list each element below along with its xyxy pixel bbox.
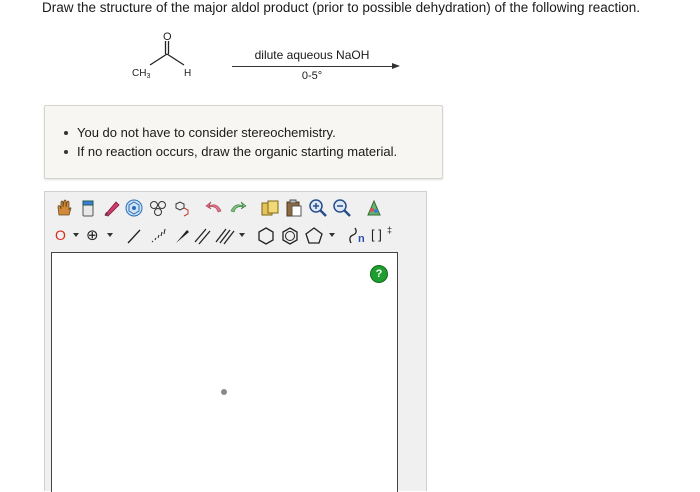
atom-tool-button[interactable]: O <box>53 225 69 247</box>
benzene-icon[interactable] <box>279 225 301 247</box>
reactant-structure: O CH3 H <box>120 28 210 88</box>
color-palette-icon[interactable] <box>363 197 385 219</box>
charge-tool-button[interactable]: ⊕ <box>85 225 103 247</box>
structure-cleanup-icon[interactable] <box>171 197 193 219</box>
chevron-down-icon[interactable] <box>239 233 245 237</box>
template-library-icon[interactable] <box>147 197 169 219</box>
zoom-in-icon[interactable] <box>307 197 329 219</box>
eraser-icon[interactable] <box>77 197 99 219</box>
oxygen-label: O <box>163 31 172 43</box>
hydrogen-label: H <box>184 68 191 79</box>
atom-label: O <box>55 227 66 243</box>
editor-toolbar-top <box>45 194 426 222</box>
double-bond-icon[interactable] <box>191 225 213 247</box>
undo-icon[interactable] <box>203 197 225 219</box>
bracket-sup: ‡ <box>387 225 393 235</box>
redo-icon[interactable] <box>227 197 249 219</box>
drawing-canvas[interactable]: ? <box>51 252 398 492</box>
charge-label: ⊕ <box>86 227 99 244</box>
instructions-box: You do not have to consider stereochemis… <box>44 105 443 179</box>
note-item: If no reaction occurs, draw the organic … <box>63 144 398 159</box>
ring-template-icon[interactable] <box>123 197 145 219</box>
note-item: You do not have to consider stereochemis… <box>63 123 397 142</box>
sgroup-label: n <box>358 233 365 245</box>
pencil-icon[interactable] <box>101 197 123 219</box>
chevron-down-icon[interactable] <box>107 233 113 237</box>
reagent-label: dilute aqueous NaOH <box>254 48 370 62</box>
triple-bond-icon[interactable] <box>213 225 235 247</box>
canvas-cursor-dot <box>221 389 227 395</box>
chevron-down-icon[interactable] <box>329 233 335 237</box>
hashed-bond-icon[interactable] <box>147 225 169 247</box>
temperature-label: 0-5° <box>301 70 323 82</box>
bracket-tool-button[interactable]: [ ] ‡ <box>369 225 397 247</box>
wedge-bond-icon[interactable] <box>171 225 193 247</box>
hand-tool-icon[interactable] <box>53 197 75 219</box>
arrow-head-icon <box>392 63 400 69</box>
single-bond-icon[interactable] <box>123 225 145 247</box>
arrow-line <box>232 66 394 67</box>
reaction-arrow: dilute aqueous NaOH 0-5° <box>232 48 402 88</box>
editor-toolbar-bottom: O ⊕ n [] ‡ <box>45 222 426 250</box>
paste-icon[interactable] <box>283 197 305 219</box>
chevron-down-icon[interactable] <box>73 233 79 237</box>
cyclopentane-icon[interactable] <box>303 225 325 247</box>
sgroup-tool-button[interactable]: n <box>345 225 367 247</box>
help-button[interactable]: ? <box>370 265 388 283</box>
zoom-out-icon[interactable] <box>331 197 353 219</box>
methyl-label: CH3 <box>132 68 150 80</box>
structure-editor: O ⊕ n [] ‡ ? <box>44 191 427 492</box>
bracket-label: [ ] <box>371 227 382 242</box>
question-text: Draw the structure of the major aldol pr… <box>42 0 641 15</box>
cyclohexane-icon[interactable] <box>255 225 277 247</box>
copy-icon[interactable] <box>259 197 281 219</box>
